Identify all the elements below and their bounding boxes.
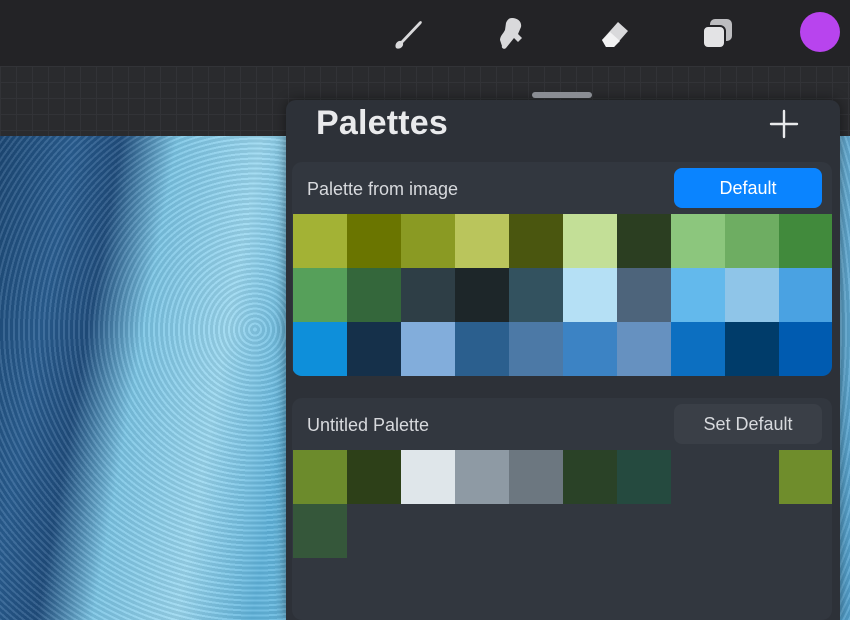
palette-header: Palette from image Default — [292, 162, 832, 214]
palette-name[interactable]: Untitled Palette — [307, 415, 429, 436]
color-swatch[interactable] — [401, 322, 455, 376]
color-swatch[interactable] — [779, 322, 832, 376]
color-swatch[interactable] — [779, 268, 832, 322]
color-swatch[interactable] — [779, 450, 832, 504]
color-swatch[interactable] — [455, 214, 509, 268]
color-swatch[interactable] — [293, 504, 347, 558]
layers-icon[interactable] — [696, 12, 740, 56]
panel-grabber-handle[interactable] — [532, 92, 592, 98]
color-swatch[interactable] — [617, 268, 671, 322]
add-palette-button[interactable] — [766, 106, 802, 142]
color-swatch[interactable] — [563, 214, 617, 268]
color-swatch[interactable] — [293, 450, 347, 504]
color-swatch[interactable] — [725, 322, 779, 376]
eraser-icon[interactable] — [592, 12, 636, 56]
color-swatch[interactable] — [347, 268, 401, 322]
palette-name[interactable]: Palette from image — [307, 179, 458, 200]
swatch-grid — [293, 214, 832, 376]
color-swatch[interactable] — [347, 322, 401, 376]
empty-swatch-slot[interactable] — [725, 450, 779, 504]
color-swatch[interactable] — [671, 322, 725, 376]
color-swatch[interactable] — [293, 214, 347, 268]
color-swatch[interactable] — [401, 214, 455, 268]
set-default-button[interactable]: Set Default — [674, 404, 822, 444]
color-swatch[interactable] — [671, 268, 725, 322]
color-swatch[interactable] — [617, 214, 671, 268]
palette-card-image[interactable]: Palette from image Default — [292, 162, 832, 376]
color-swatch[interactable] — [293, 268, 347, 322]
palettes-panel: Palettes Palette from image Default Unti… — [286, 92, 840, 620]
swatch-grid — [293, 450, 832, 558]
color-swatch[interactable] — [347, 450, 401, 504]
palette-header: Untitled Palette Set Default — [292, 398, 832, 450]
color-swatch[interactable] — [617, 450, 671, 504]
default-button[interactable]: Default — [674, 168, 822, 208]
color-swatch[interactable] — [509, 450, 563, 504]
color-swatch[interactable] — [725, 214, 779, 268]
color-swatch[interactable] — [563, 450, 617, 504]
color-swatch[interactable] — [347, 214, 401, 268]
color-swatch[interactable] — [563, 322, 617, 376]
color-swatch[interactable] — [509, 322, 563, 376]
color-swatch[interactable] — [563, 268, 617, 322]
color-swatch[interactable] — [617, 322, 671, 376]
empty-swatch-slot[interactable] — [671, 450, 725, 504]
color-swatch[interactable] — [401, 268, 455, 322]
panel-title: Palettes — [316, 104, 449, 142]
plus-icon — [769, 109, 799, 139]
smudge-icon[interactable] — [490, 12, 534, 56]
color-swatch[interactable] — [671, 214, 725, 268]
brush-icon[interactable] — [386, 12, 430, 56]
color-swatch[interactable] — [293, 322, 347, 376]
current-color-swatch[interactable] — [800, 12, 840, 52]
color-swatch[interactable] — [779, 214, 832, 268]
color-swatch[interactable] — [455, 322, 509, 376]
color-swatch[interactable] — [455, 268, 509, 322]
color-swatch[interactable] — [455, 450, 509, 504]
color-swatch[interactable] — [401, 450, 455, 504]
top-toolbar — [0, 0, 850, 66]
color-swatch[interactable] — [725, 268, 779, 322]
color-swatch[interactable] — [509, 268, 563, 322]
palette-card-untitled[interactable]: Untitled Palette Set Default — [292, 398, 832, 620]
color-swatch[interactable] — [509, 214, 563, 268]
